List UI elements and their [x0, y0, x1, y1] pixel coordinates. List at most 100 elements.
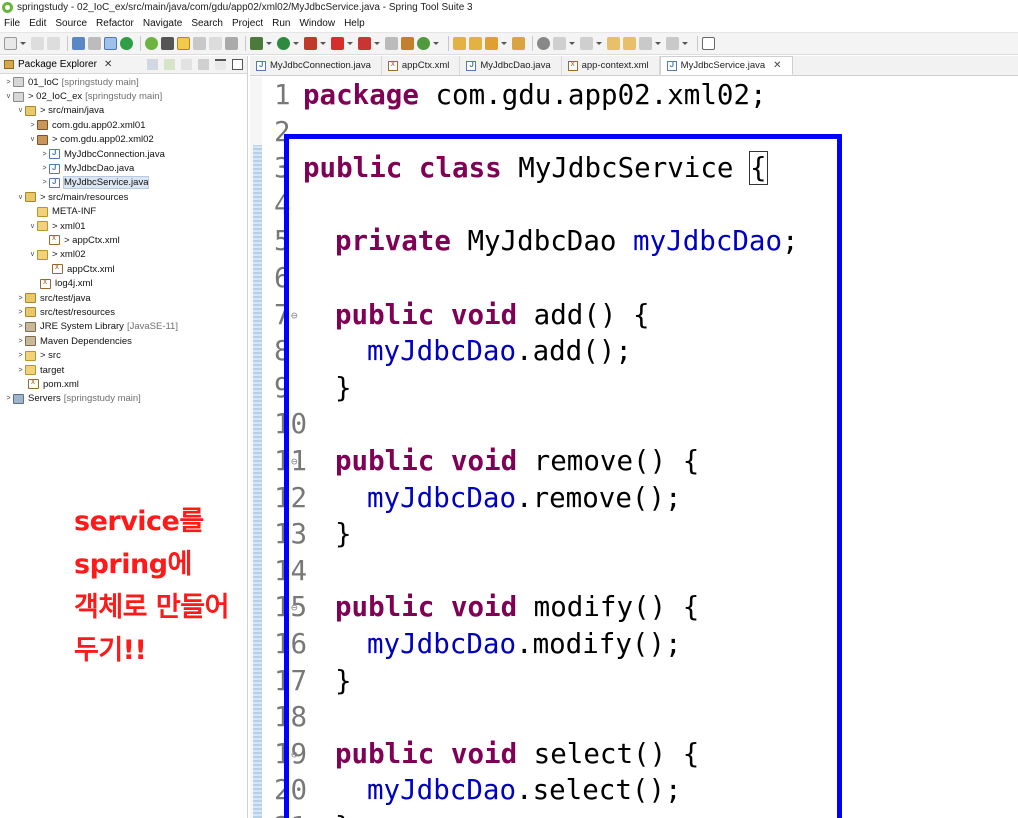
next-edit-icon[interactable] [553, 37, 566, 50]
globe-icon[interactable] [537, 37, 550, 50]
refresh-icon[interactable] [145, 37, 158, 50]
external-tools-icon[interactable] [304, 37, 317, 50]
menu-source[interactable]: Source [55, 18, 87, 29]
chevron-down-icon[interactable]: v [28, 223, 37, 230]
dropdown-arrow-icon[interactable] [433, 42, 439, 45]
dropdown-arrow-icon[interactable] [501, 42, 507, 45]
tree-item-src[interactable]: > > src [0, 348, 247, 362]
menu-file[interactable]: File [4, 18, 20, 29]
menu-navigate[interactable]: Navigate [143, 18, 182, 29]
tree-item-package-xml02[interactable]: v > com.gdu.app02.xml02 [0, 133, 247, 147]
tree-item-xml02-folder[interactable]: v > xml02 [0, 248, 247, 262]
maximize-icon[interactable] [232, 59, 243, 70]
chevron-right-icon[interactable]: > [40, 179, 49, 186]
back-arrow-icon[interactable] [639, 37, 652, 50]
dropdown-arrow-icon[interactable] [20, 42, 26, 45]
forward-arrow-icon[interactable] [666, 37, 679, 50]
menu-project[interactable]: Project [232, 18, 263, 29]
menu-help[interactable]: Help [344, 18, 365, 29]
chevron-right-icon[interactable]: > [16, 367, 25, 374]
tree-item-jre-library[interactable]: > JRE System Library [JavaSE-11] [0, 320, 247, 334]
minimize-icon[interactable] [215, 59, 226, 70]
link-with-editor-icon[interactable] [164, 59, 175, 70]
search-icon[interactable] [485, 37, 498, 50]
dropdown-arrow-icon[interactable] [569, 42, 575, 45]
stop-icon[interactable] [331, 37, 344, 50]
dropdown-arrow-icon[interactable] [596, 42, 602, 45]
dropdown-arrow-icon[interactable] [293, 42, 299, 45]
menu-refactor[interactable]: Refactor [96, 18, 134, 29]
run-icon[interactable] [277, 37, 290, 50]
next-annotation-icon[interactable] [225, 37, 238, 50]
new-server-icon[interactable] [385, 37, 398, 50]
dropdown-arrow-icon[interactable] [374, 42, 380, 45]
save-all-icon[interactable] [47, 37, 60, 50]
block-selection-icon[interactable] [193, 37, 206, 50]
save-icon[interactable] [31, 37, 44, 50]
chevron-down-icon[interactable]: v [16, 194, 25, 201]
tree-item-maven-dependencies[interactable]: > Maven Dependencies [0, 334, 247, 348]
chevron-right-icon[interactable]: > [4, 395, 13, 402]
spring-boot-icon[interactable] [120, 37, 133, 50]
chevron-right-icon[interactable]: > [40, 151, 49, 158]
menu-window[interactable]: Window [299, 18, 335, 29]
new-package-icon[interactable] [401, 37, 414, 50]
tree-item-myjdbcservice[interactable]: > MyJdbcService.java [0, 176, 247, 190]
tab-myjdbcdao[interactable]: MyJdbcDao.java [460, 56, 562, 75]
open-type-icon[interactable] [453, 37, 466, 50]
tree-item-01-ioc[interactable]: >01_IoC [springstudy main] [0, 75, 247, 89]
show-whitespace-icon[interactable] [209, 37, 222, 50]
tree-item-appctx-xml01[interactable]: > appCtx.xml [0, 233, 247, 247]
open-perspective-icon[interactable] [702, 37, 715, 50]
tree-item-meta-inf[interactable]: META-INF [0, 205, 247, 219]
open-task-icon[interactable] [469, 37, 482, 50]
tree-item-pom-xml[interactable]: pom.xml [0, 377, 247, 391]
mark-occurrences-icon[interactable] [177, 37, 190, 50]
dropdown-arrow-icon[interactable] [266, 42, 272, 45]
tree-item-src-main-resources[interactable]: v > src/main/resources [0, 190, 247, 204]
forward-history-icon[interactable] [623, 37, 636, 50]
menu-edit[interactable]: Edit [29, 18, 46, 29]
pin-icon[interactable] [161, 37, 174, 50]
tab-app-context-xml[interactable]: app-context.xml [562, 56, 660, 75]
dropdown-arrow-icon[interactable] [347, 42, 353, 45]
tree-item-src-main-java[interactable]: v > src/main/java [0, 104, 247, 118]
previous-edit-icon[interactable] [580, 37, 593, 50]
tree-item-log4j[interactable]: log4j.xml [0, 276, 247, 290]
tree-item-myjdbcconnection[interactable]: > MyJdbcConnection.java [0, 147, 247, 161]
close-icon[interactable]: ✕ [104, 59, 112, 70]
open-folder-icon[interactable] [512, 37, 525, 50]
tree-item-target[interactable]: > target [0, 363, 247, 377]
new-class-icon[interactable] [417, 37, 430, 50]
tab-appctx-xml[interactable]: appCtx.xml [382, 56, 461, 75]
collapse-all-icon[interactable] [147, 59, 158, 70]
package-explorer-title[interactable]: Package Explorer [18, 59, 97, 70]
tree-item-myjdbcdao[interactable]: > MyJdbcDao.java [0, 161, 247, 175]
tree-item-package-xml01[interactable]: > com.gdu.app02.xml01 [0, 118, 247, 132]
toggle-view-icon[interactable] [104, 37, 117, 50]
terminal-icon[interactable] [72, 37, 85, 50]
tab-myjdbcconnection[interactable]: MyJdbcConnection.java [250, 56, 382, 75]
new-icon[interactable] [4, 37, 17, 50]
menu-run[interactable]: Run [272, 18, 290, 29]
tree-item-02-ioc-ex[interactable]: v > 02_IoC_ex [springstudy main] [0, 89, 247, 103]
chevron-down-icon[interactable]: v [28, 136, 37, 143]
dropdown-arrow-icon[interactable] [655, 42, 661, 45]
chevron-down-icon[interactable]: v [16, 107, 25, 114]
filter-icon[interactable] [181, 59, 192, 70]
tree-item-src-test-resources[interactable]: > src/test/resources [0, 305, 247, 319]
debug-icon[interactable] [250, 37, 263, 50]
close-icon[interactable]: ✕ [773, 60, 781, 71]
view-menu-icon[interactable] [198, 59, 209, 70]
chevron-right-icon[interactable]: > [16, 352, 25, 359]
tree-item-xml01-folder[interactable]: v > xml01 [0, 219, 247, 233]
print-icon[interactable] [88, 37, 101, 50]
chevron-down-icon[interactable]: v [28, 251, 37, 258]
chevron-right-icon[interactable]: > [16, 338, 25, 345]
last-edit-location-icon[interactable] [607, 37, 620, 50]
chevron-right-icon[interactable]: > [16, 295, 25, 302]
chevron-right-icon[interactable]: > [16, 309, 25, 316]
chevron-right-icon[interactable]: > [28, 122, 37, 129]
tree-item-appctx-xml02[interactable]: appCtx.xml [0, 262, 247, 276]
tab-myjdbcservice[interactable]: MyJdbcService.java ✕ [659, 56, 793, 75]
